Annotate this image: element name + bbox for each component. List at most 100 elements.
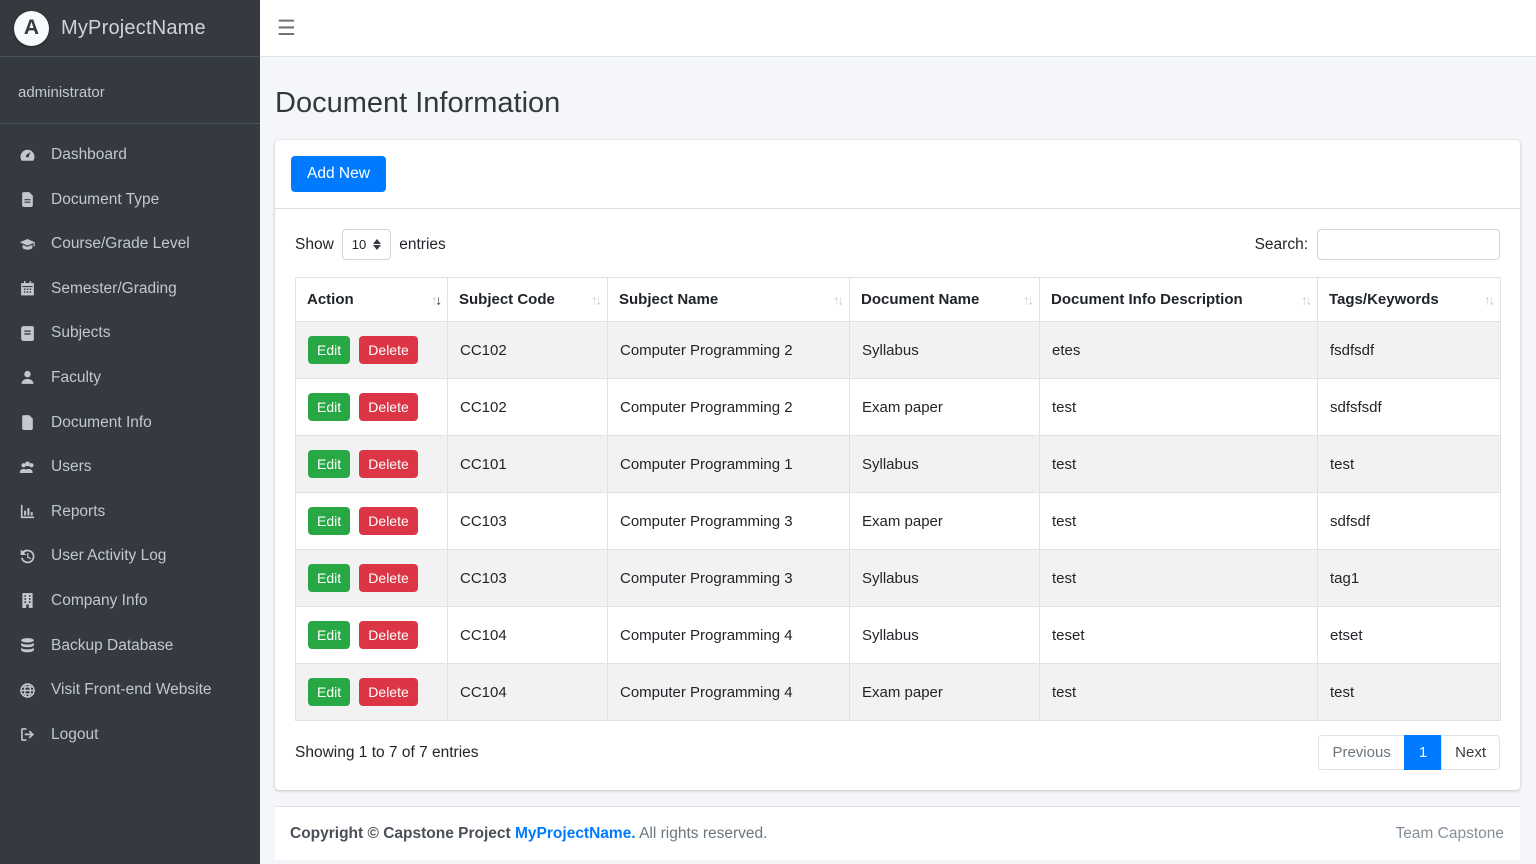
current-page-button[interactable]: 1 bbox=[1404, 735, 1442, 770]
sort-arrows-icon: ↑↓ bbox=[431, 292, 440, 307]
tags-cell: tag1 bbox=[1318, 550, 1501, 607]
sidebar-item-faculty[interactable]: Faculty bbox=[8, 360, 252, 396]
column-header-document-name[interactable]: Document Name ↑↓ bbox=[850, 278, 1040, 322]
add-new-button[interactable]: Add New bbox=[291, 156, 386, 192]
edit-button[interactable]: Edit bbox=[308, 336, 350, 364]
column-header-subject-name[interactable]: Subject Name↑↓ bbox=[608, 278, 850, 322]
document-name-cell: Syllabus bbox=[850, 607, 1040, 664]
description-cell: etes bbox=[1040, 322, 1318, 379]
sidebar-item-label: User Activity Log bbox=[51, 547, 166, 565]
subject-name-cell: Computer Programming 4 bbox=[608, 664, 850, 721]
delete-button[interactable]: Delete bbox=[359, 621, 417, 649]
action-cell: Edit Delete bbox=[296, 379, 448, 436]
sign-out-icon bbox=[16, 726, 38, 743]
table-header-row: Action↑↓Subject Code↑↓Subject Name↑↓Docu… bbox=[296, 278, 1501, 322]
sidebar-nav: Dashboard Document Type Course/Grade Lev… bbox=[0, 124, 260, 774]
edit-button[interactable]: Edit bbox=[308, 564, 350, 592]
sidebar-item-label: Semester/Grading bbox=[51, 280, 177, 298]
subject-code-cell: CC104 bbox=[448, 607, 608, 664]
next-page-button[interactable]: Next bbox=[1441, 735, 1500, 770]
sidebar-item-label: Company Info bbox=[51, 592, 148, 610]
subject-code-cell: CC101 bbox=[448, 436, 608, 493]
user-panel: administrator bbox=[0, 57, 260, 124]
column-header-action[interactable]: Action↑↓ bbox=[296, 278, 448, 322]
sidebar-item-label: Backup Database bbox=[51, 637, 173, 655]
brand-logo-icon: A bbox=[14, 11, 49, 46]
tags-cell: sdfsfsdf bbox=[1318, 379, 1501, 436]
edit-button[interactable]: Edit bbox=[308, 450, 350, 478]
sidebar-item-semester-grading[interactable]: Semester/Grading bbox=[8, 271, 252, 307]
sidebar-item-document-info[interactable]: Document Info bbox=[8, 405, 252, 441]
table-controls: Show 10 entries Search: bbox=[295, 229, 1500, 260]
subject-code-cell: CC104 bbox=[448, 664, 608, 721]
sidebar-item-user-activity-log[interactable]: User Activity Log bbox=[8, 538, 252, 574]
sidebar-item-visit-front-end-website[interactable]: Visit Front-end Website bbox=[8, 672, 252, 708]
edit-button[interactable]: Edit bbox=[308, 507, 350, 535]
sidebar-item-course-grade-level[interactable]: Course/Grade Level bbox=[8, 226, 252, 262]
subject-code-cell: CC103 bbox=[448, 550, 608, 607]
subject-code-cell: CC103 bbox=[448, 493, 608, 550]
action-cell: Edit Delete bbox=[296, 607, 448, 664]
sidebar-item-subjects[interactable]: Subjects bbox=[8, 315, 252, 351]
column-label: Document Info Description bbox=[1051, 291, 1243, 308]
delete-button[interactable]: Delete bbox=[359, 450, 417, 478]
sidebar-item-document-type[interactable]: Document Type bbox=[8, 182, 252, 218]
sidebar-item-dashboard[interactable]: Dashboard bbox=[8, 137, 252, 173]
subject-code-cell: CC102 bbox=[448, 379, 608, 436]
delete-button[interactable]: Delete bbox=[359, 678, 417, 706]
card-body: Show 10 entries Search: bbox=[275, 209, 1520, 790]
action-cell: Edit Delete bbox=[296, 664, 448, 721]
search-input[interactable] bbox=[1317, 229, 1500, 260]
table-row: Edit Delete CC104 Computer Programming 4… bbox=[296, 664, 1501, 721]
column-header-subject-code[interactable]: Subject Code↑↓ bbox=[448, 278, 608, 322]
tags-cell: test bbox=[1318, 664, 1501, 721]
sort-arrows-icon: ↑↓ bbox=[1301, 292, 1310, 307]
column-header-tags-keywords[interactable]: Tags/Keywords↑↓ bbox=[1318, 278, 1501, 322]
sidebar-item-reports[interactable]: Reports bbox=[8, 494, 252, 530]
delete-button[interactable]: Delete bbox=[359, 564, 417, 592]
sidebar-item-logout[interactable]: Logout bbox=[8, 717, 252, 753]
file-icon bbox=[16, 414, 38, 431]
database-icon bbox=[16, 637, 38, 654]
sort-arrows-icon: ↑↓ bbox=[1023, 292, 1032, 307]
subject-name-cell: Computer Programming 2 bbox=[608, 322, 850, 379]
brand[interactable]: A MyProjectName bbox=[0, 0, 260, 57]
subject-name-cell: Computer Programming 3 bbox=[608, 493, 850, 550]
column-label: Document Name bbox=[861, 291, 979, 308]
document-name-cell: Syllabus bbox=[850, 322, 1040, 379]
topbar: ☰ bbox=[260, 0, 1536, 57]
subject-code-cell: CC102 bbox=[448, 322, 608, 379]
sidebar-item-label: Course/Grade Level bbox=[51, 235, 190, 253]
delete-button[interactable]: Delete bbox=[359, 336, 417, 364]
previous-page-button[interactable]: Previous bbox=[1318, 735, 1404, 770]
users-icon bbox=[16, 459, 38, 476]
description-cell: test bbox=[1040, 379, 1318, 436]
document-name-cell: Exam paper bbox=[850, 493, 1040, 550]
page-length-select[interactable]: 10 bbox=[342, 229, 391, 260]
column-header-document-info-description[interactable]: Document Info Description ↑↓ bbox=[1040, 278, 1318, 322]
sidebar-item-company-info[interactable]: Company Info bbox=[8, 583, 252, 619]
sidebar-item-label: Reports bbox=[51, 503, 105, 521]
delete-button[interactable]: Delete bbox=[359, 507, 417, 535]
delete-button[interactable]: Delete bbox=[359, 393, 417, 421]
tachometer-icon bbox=[16, 147, 38, 164]
footer-brand-link[interactable]: MyProjectName. bbox=[515, 825, 636, 842]
action-cell: Edit Delete bbox=[296, 550, 448, 607]
history-icon bbox=[16, 548, 38, 565]
sidebar-item-backup-database[interactable]: Backup Database bbox=[8, 628, 252, 664]
edit-button[interactable]: Edit bbox=[308, 678, 350, 706]
sort-arrows-icon: ↑↓ bbox=[591, 292, 600, 307]
sidebar-item-users[interactable]: Users bbox=[8, 449, 252, 485]
sidebar-item-label: Dashboard bbox=[51, 146, 127, 164]
action-cell: Edit Delete bbox=[296, 322, 448, 379]
edit-button[interactable]: Edit bbox=[308, 393, 350, 421]
hamburger-menu-icon[interactable]: ☰ bbox=[277, 18, 296, 39]
edit-button[interactable]: Edit bbox=[308, 621, 350, 649]
user-name: administrator bbox=[18, 84, 105, 101]
select-arrows-icon bbox=[373, 239, 381, 250]
footer-team-text: Team Capstone bbox=[1395, 825, 1504, 843]
description-cell: test bbox=[1040, 493, 1318, 550]
sidebar: A MyProjectName administrator Dashboard … bbox=[0, 0, 260, 864]
brand-name: MyProjectName bbox=[61, 17, 206, 40]
table-row: Edit Delete CC104 Computer Programming 4… bbox=[296, 607, 1501, 664]
